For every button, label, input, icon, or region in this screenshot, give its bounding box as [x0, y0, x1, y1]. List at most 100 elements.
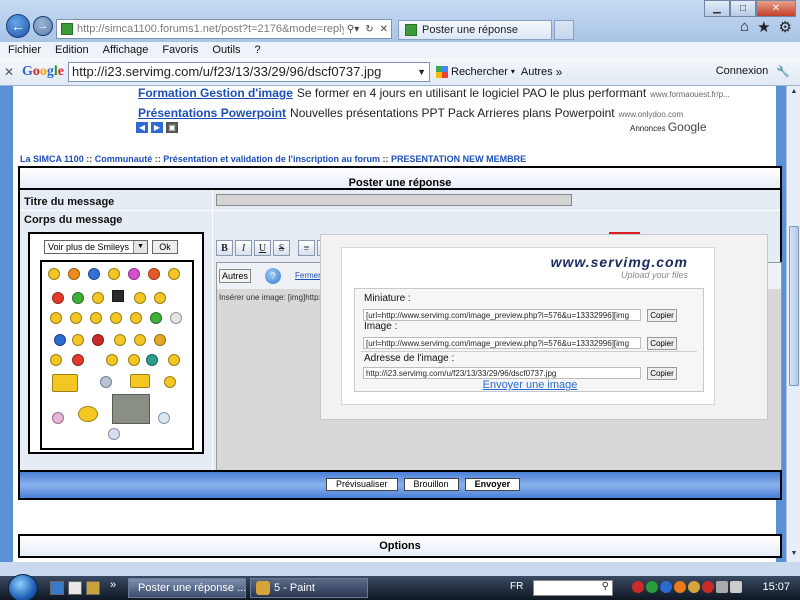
tray-icon[interactable]	[702, 581, 714, 593]
smiley-icon[interactable]	[154, 292, 166, 304]
scrollbar-thumb[interactable]	[789, 226, 799, 386]
smiley-icon[interactable]	[52, 292, 64, 304]
menu-edition[interactable]: Edition	[55, 44, 89, 56]
draft-button[interactable]: Brouillon	[403, 478, 459, 491]
close-icon[interactable]: ✕	[756, 0, 796, 17]
smiley-icon[interactable]	[168, 268, 180, 280]
smiley-icon[interactable]	[92, 334, 104, 346]
stop-icon[interactable]: ✕	[377, 24, 391, 35]
taskbar-search-input[interactable]: ⚲	[533, 580, 613, 596]
close-toolbar-icon[interactable]: ✕	[0, 65, 18, 79]
minimize-icon[interactable]: ▁	[704, 0, 730, 17]
smiley-icon[interactable]	[70, 312, 82, 324]
tray-icon[interactable]	[674, 581, 686, 593]
smiley-icon[interactable]	[72, 292, 84, 304]
preview-button[interactable]: Prévisualiser	[326, 478, 398, 491]
align-left-icon[interactable]: ≡	[298, 240, 315, 256]
smiley-icon[interactable]	[170, 312, 182, 324]
tools-gear-icon[interactable]: ⚙	[779, 18, 792, 36]
taskbar-item-paint[interactable]: 5 - Paint	[250, 578, 368, 598]
smiley-icon[interactable]	[148, 268, 160, 280]
connexion-button[interactable]: Connexion	[716, 65, 769, 78]
smiley-icon[interactable]	[52, 412, 64, 424]
breadcrumb-item[interactable]: La SIMCA 1100	[20, 154, 84, 164]
smiley-icon[interactable]	[92, 292, 104, 304]
photo-smiley-icon[interactable]	[112, 394, 150, 424]
menu-affichage[interactable]: Affichage	[103, 44, 149, 56]
strikethrough-icon[interactable]: S	[273, 240, 290, 256]
smiley-icon[interactable]	[154, 334, 166, 346]
chevron-right-icon[interactable]: »	[110, 579, 116, 591]
new-tab-button[interactable]	[554, 20, 574, 40]
smiley-icon[interactable]	[134, 292, 146, 304]
google-search-input[interactable]: http://i23.servimg.com/u/f23/13/33/29/96…	[68, 61, 430, 82]
wrench-icon[interactable]: 🔧	[776, 65, 790, 78]
menu-fichier[interactable]: Fichier	[8, 44, 41, 56]
guitar-smiley-icon[interactable]	[52, 374, 78, 392]
tray-icon[interactable]	[688, 581, 700, 593]
smileys-ok-button[interactable]: Ok	[152, 240, 178, 254]
address-url[interactable]: http://simca1100.forums1.net/post?t=2176…	[77, 23, 344, 35]
google-search-button[interactable]: Rechercher ▾	[436, 65, 515, 78]
network-icon[interactable]	[716, 581, 728, 593]
smiley-icon[interactable]	[90, 312, 102, 324]
ad-source[interactable]: www.formaouest.fr/p...	[650, 90, 730, 99]
italic-icon[interactable]: I	[235, 240, 252, 256]
smiley-icon[interactable]	[128, 354, 140, 366]
smiley-icon[interactable]	[72, 354, 84, 366]
more-button[interactable]: Autres »	[521, 65, 562, 79]
ad-prev-icon[interactable]: ◀	[136, 122, 148, 133]
smiley-icon[interactable]	[54, 334, 66, 346]
volume-icon[interactable]	[730, 581, 742, 593]
smiley-icon[interactable]	[108, 268, 120, 280]
tray-icon[interactable]	[646, 581, 658, 593]
google-search-value[interactable]: http://i23.servimg.com/u/f23/13/33/29/96…	[72, 64, 417, 79]
smiley-icon[interactable]	[134, 334, 146, 346]
home-icon[interactable]: ⌂	[740, 18, 749, 36]
address-bar[interactable]: http://simca1100.forums1.net/post?t=2176…	[56, 19, 392, 39]
tray-icon[interactable]	[632, 581, 644, 593]
smiley-icon[interactable]	[146, 354, 158, 366]
smiley-icon[interactable]	[88, 268, 100, 280]
image-field[interactable]: [url=http://www.servimg.com/image_previe…	[363, 337, 641, 349]
tray-icon[interactable]	[660, 581, 672, 593]
language-indicator[interactable]: FR	[510, 581, 523, 592]
breadcrumb-item[interactable]: Communauté	[95, 154, 153, 164]
ad-link[interactable]: Présentations Powerpoint	[138, 106, 286, 120]
tab-active[interactable]: Poster une réponse	[398, 20, 552, 40]
menu-outils[interactable]: Outils	[212, 44, 240, 56]
smiley-icon[interactable]	[168, 354, 180, 366]
witch-smiley-icon[interactable]	[112, 290, 124, 302]
taskbar-item-browser[interactable]: Poster une réponse ...	[128, 578, 246, 598]
smiley-icon[interactable]	[106, 354, 118, 366]
menu-favoris[interactable]: Favoris	[162, 44, 198, 56]
smiley-icon[interactable]	[114, 334, 126, 346]
smiley-icon[interactable]	[110, 312, 122, 324]
smiley-icon[interactable]	[78, 406, 98, 422]
send-image-link[interactable]: Envoyer une image	[355, 379, 705, 391]
ad-info-icon[interactable]: ▣	[166, 122, 178, 133]
options-header[interactable]: Options	[18, 534, 782, 558]
underline-icon[interactable]: U	[254, 240, 271, 256]
smiley-icon[interactable]	[164, 376, 176, 388]
smiley-icon[interactable]	[68, 268, 80, 280]
page-scrollbar[interactable]: ▲ ▼	[786, 86, 800, 562]
smiley-icon[interactable]	[128, 268, 140, 280]
show-desktop-icon[interactable]	[50, 581, 64, 595]
scroll-up-icon[interactable]: ▲	[789, 88, 799, 98]
smiley-icon[interactable]	[50, 354, 62, 366]
clock[interactable]: 15:07	[762, 581, 790, 593]
smiley-icon[interactable]	[108, 428, 120, 440]
forward-arrow-icon[interactable]: →	[33, 16, 53, 36]
favorites-star-icon[interactable]: ★	[757, 18, 770, 36]
smiley-icon[interactable]	[150, 312, 162, 324]
smiley-icon[interactable]	[50, 312, 62, 324]
breadcrumb-item[interactable]: PRESENTATION NEW MEMBRE	[391, 154, 526, 164]
refresh-icon[interactable]: ↻	[362, 24, 376, 35]
address-field[interactable]: http://i23.servimg.com/u/f23/13/33/29/96…	[363, 367, 641, 379]
smiley-icon[interactable]	[48, 268, 60, 280]
ad-link[interactable]: Formation Gestion d'image	[138, 86, 293, 100]
copy-miniature-button[interactable]: Copier	[647, 309, 677, 322]
smiley-icon[interactable]	[100, 376, 112, 388]
smiley-icon[interactable]	[158, 412, 170, 424]
